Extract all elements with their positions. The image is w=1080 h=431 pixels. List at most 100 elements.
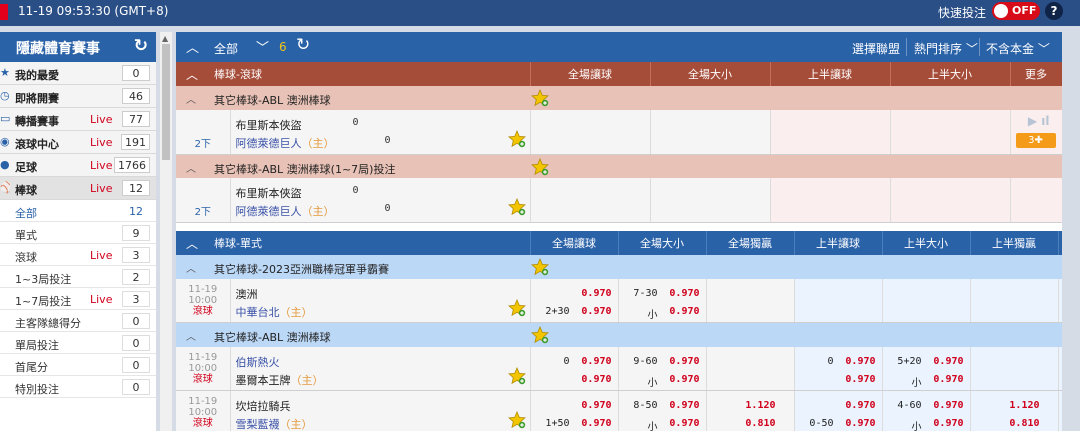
odds-value[interactable]: 0.970 <box>669 374 699 385</box>
odds-value[interactable]: 0.970 <box>581 356 611 367</box>
collapse-all-icon[interactable]: ︿ <box>186 37 199 56</box>
favorite-star-icon[interactable] <box>507 129 526 148</box>
odds-cell[interactable] <box>770 178 891 223</box>
odds-value[interactable]: 0.970 <box>669 356 699 367</box>
sidebar-item[interactable]: ● 足球 Live 1766 <box>0 154 156 177</box>
quick-bet-toggle[interactable]: OFF <box>992 2 1040 20</box>
odds-cell[interactable]: 0 0.970 0.970 <box>530 346 619 391</box>
collapse-icon[interactable]: ︿ <box>186 91 196 106</box>
moneyline-cell[interactable] <box>970 346 1059 391</box>
sidebar-subitem[interactable]: 滾球 Live 3 <box>0 244 156 266</box>
odds-cell[interactable] <box>770 110 891 155</box>
odds-cell[interactable]: 0.970 2+30 0.970 <box>530 278 619 323</box>
odds-cell[interactable]: 0 0.970 0.970 <box>794 346 883 391</box>
sidebar-item[interactable]: ◷ 即將開賽 46 <box>0 85 156 108</box>
odds-value[interactable]: 0.970 <box>669 306 699 317</box>
odds-value[interactable]: 1.120 <box>745 400 775 411</box>
moneyline-cell[interactable]: 1.120 0.810 <box>706 390 795 431</box>
clock-icon: ◷ <box>0 89 10 102</box>
odds-cell[interactable]: 4-60 0.970 小 0.970 <box>882 390 971 431</box>
more-bets-button[interactable]: 3✚ <box>1015 133 1056 148</box>
odds-cell[interactable] <box>882 278 971 323</box>
odds-value[interactable]: 0.970 <box>845 356 875 367</box>
odds-value[interactable]: 0.970 <box>933 400 963 411</box>
sidebar-subitem[interactable]: 1~7局投注 Live 3 <box>0 288 156 310</box>
expand-icon[interactable]: ﹀ <box>256 37 269 56</box>
collapse-icon[interactable]: ︿ <box>186 328 196 343</box>
favorite-star-icon[interactable] <box>531 157 549 176</box>
sidebar-item[interactable]: ◉ 滾球中心 Live 191 <box>0 131 156 154</box>
sort-dropdown[interactable]: 熱門排序 ﹀ <box>914 40 978 57</box>
odds-value[interactable]: 0.970 <box>581 288 611 299</box>
odds-value[interactable]: 0.970 <box>581 374 611 385</box>
moneyline-cell[interactable]: 1.120 0.810 <box>970 390 1059 431</box>
sidebar-subitem[interactable]: 單局投注 0 <box>0 332 156 354</box>
league-row[interactable]: ︿ 其它棒球-ABL 澳洲棒球 <box>176 86 1062 110</box>
sidebar-subitem[interactable]: 1~3局投注 2 <box>0 266 156 288</box>
odds-cell[interactable]: 5+20 0.970 小 0.970 <box>882 346 971 391</box>
favorite-star-icon[interactable] <box>507 298 526 317</box>
odds-cell[interactable]: 8-50 0.970 小 0.970 <box>618 390 707 431</box>
sidebar-subitem[interactable]: 全部 12 <box>0 200 156 222</box>
moneyline-cell[interactable] <box>706 278 795 323</box>
refresh-icon[interactable]: ↻ <box>296 35 310 55</box>
toolbar-all-label[interactable]: 全部 <box>214 40 238 57</box>
odds-cell[interactable] <box>890 110 1011 155</box>
odds-value[interactable]: 0.810 <box>1009 418 1039 429</box>
scrollbar[interactable]: ▲ <box>160 32 172 431</box>
moneyline-cell[interactable] <box>970 278 1059 323</box>
odds-value[interactable]: 0.970 <box>845 400 875 411</box>
collapse-icon[interactable]: ︿ <box>186 160 196 175</box>
currency-dropdown[interactable]: 不含本金 ﹀ <box>986 40 1050 57</box>
sidebar-subitem[interactable]: 首尾分 0 <box>0 354 156 376</box>
odds-cell[interactable] <box>650 110 771 155</box>
refresh-icon[interactable]: ↻ <box>134 36 148 56</box>
odds-value[interactable]: 0.970 <box>669 288 699 299</box>
favorite-star-icon[interactable] <box>531 257 549 276</box>
scrollbar-thumb[interactable] <box>162 44 170 160</box>
moneyline-cell[interactable] <box>706 346 795 391</box>
sidebar-subitem[interactable]: 特別投注 0 <box>0 376 156 398</box>
sidebar-subitem[interactable]: 主客隊總得分 0 <box>0 310 156 332</box>
odds-value[interactable]: 0.970 <box>669 400 699 411</box>
collapse-icon[interactable]: ︿ <box>186 260 196 275</box>
odds-value[interactable]: 0.970 <box>581 418 611 429</box>
odds-value[interactable]: 0.970 <box>581 400 611 411</box>
favorite-star-icon[interactable] <box>507 366 526 385</box>
odds-cell[interactable]: 0.970 1+50 0.970 <box>530 390 619 431</box>
odds-value[interactable]: 1.120 <box>1009 400 1039 411</box>
odds-cell[interactable] <box>650 178 771 223</box>
odds-value[interactable]: 0.970 <box>845 418 875 429</box>
help-icon[interactable]: ? <box>1045 2 1063 20</box>
league-row[interactable]: ︿ 其它棒球-2023亞洲職棒冠軍爭霸賽 <box>176 254 1062 279</box>
odds-value[interactable]: 0.970 <box>581 306 611 317</box>
odds-cell[interactable] <box>530 110 651 155</box>
sidebar-subitem[interactable]: 單式 9 <box>0 222 156 244</box>
favorite-star-icon[interactable] <box>531 325 549 344</box>
select-league-button[interactable]: 選擇聯盟 <box>852 40 900 57</box>
odds-value[interactable]: 0.970 <box>845 374 875 385</box>
favorite-star-icon[interactable] <box>507 410 526 429</box>
sidebar-item[interactable]: ⚾ 棒球 Live 12 <box>0 177 156 200</box>
stats-icon[interactable]: ▶ ıl <box>1028 114 1050 128</box>
favorite-star-icon[interactable] <box>531 88 549 107</box>
league-row[interactable]: ︿ 其它棒球-ABL 澳洲棒球(1~7局)投注 <box>176 154 1062 178</box>
scroll-up-icon[interactable]: ▲ <box>162 34 168 43</box>
sidebar-item[interactable]: ▭ 轉播賽事 Live 77 <box>0 108 156 131</box>
odds-cell[interactable] <box>530 178 651 223</box>
favorite-star-icon[interactable] <box>507 197 526 216</box>
league-row[interactable]: ︿ 其它棒球-ABL 澳洲棒球 <box>176 322 1062 347</box>
sidebar-item[interactable]: ★ 我的最愛 0 <box>0 62 156 85</box>
odds-cell[interactable] <box>890 178 1011 223</box>
collapse-icon[interactable]: ︿ <box>186 235 198 252</box>
odds-cell[interactable]: 0.970 0-50 0.970 <box>794 390 883 431</box>
odds-value[interactable]: 0.970 <box>933 356 963 367</box>
odds-value[interactable]: 0.970 <box>669 418 699 429</box>
odds-value[interactable]: 0.970 <box>933 418 963 429</box>
odds-value[interactable]: 0.810 <box>745 418 775 429</box>
collapse-icon[interactable]: ︿ <box>186 66 198 83</box>
odds-cell[interactable]: 9-60 0.970 小 0.970 <box>618 346 707 391</box>
odds-cell[interactable] <box>794 278 883 323</box>
odds-value[interactable]: 0.970 <box>933 374 963 385</box>
odds-cell[interactable]: 7-30 0.970 小 0.970 <box>618 278 707 323</box>
